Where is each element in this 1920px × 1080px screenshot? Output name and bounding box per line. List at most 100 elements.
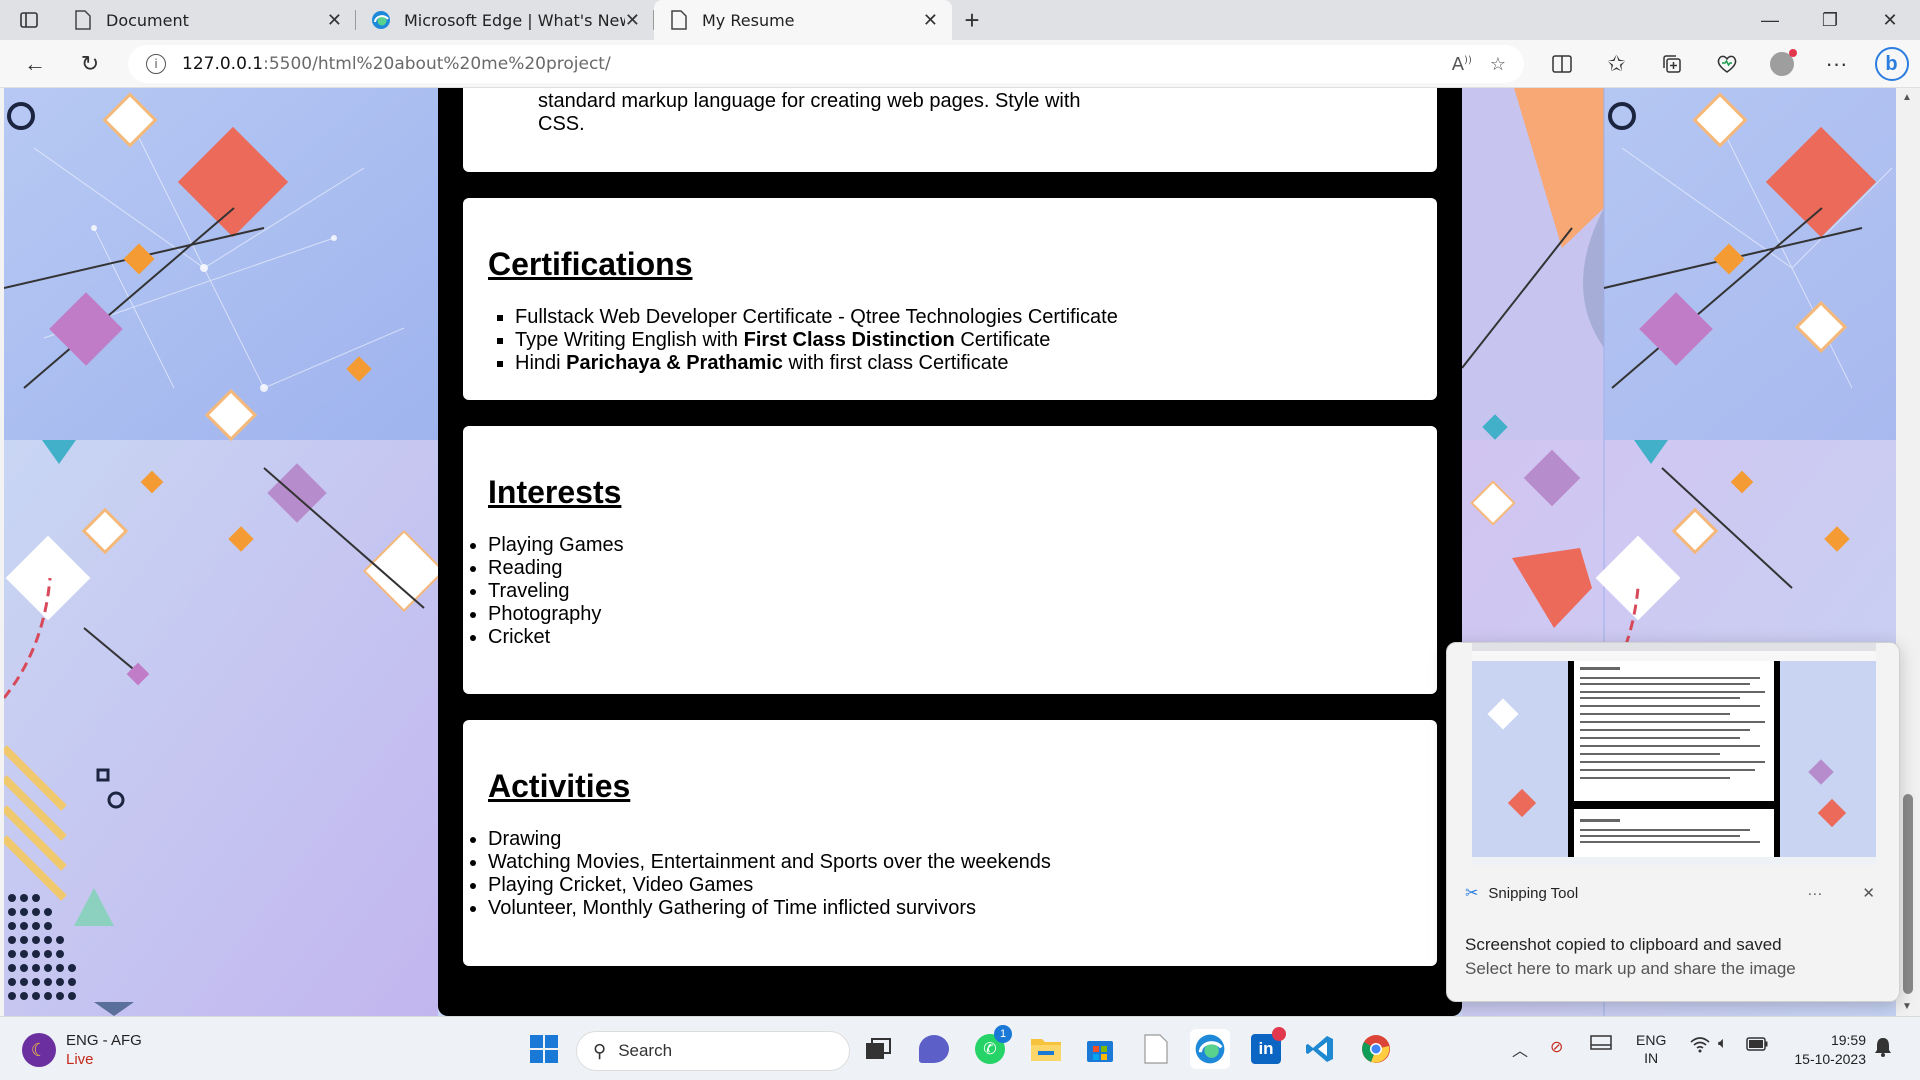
whatsapp-icon[interactable]: ✆ 1 <box>970 1025 1012 1069</box>
interests-heading: Interests <box>488 474 622 510</box>
close-icon[interactable]: ✕ <box>327 10 342 31</box>
region-code: IN <box>1644 1050 1659 1066</box>
teams-chat-icon[interactable] <box>914 1029 954 1069</box>
tab-edge-whats-new[interactable]: Microsoft Edge | What's New ✕ <box>356 0 654 40</box>
search-placeholder: Search <box>618 1041 673 1060</box>
notification-dot <box>1272 1027 1286 1041</box>
taskbar-search[interactable]: ⚲ Search <box>576 1031 850 1071</box>
window-controls: — ❐ ✕ <box>1740 0 1920 40</box>
language-code: ENG <box>1636 1032 1667 1048</box>
display-icon[interactable] <box>1590 1035 1612 1058</box>
toast-title: Screenshot copied to clipboard and saved <box>1465 935 1782 954</box>
resume-content: standard markup language for creating we… <box>438 88 1462 1016</box>
profile-avatar-icon[interactable] <box>1754 40 1809 88</box>
security-alert-icon[interactable]: ⊘ <box>1550 1037 1563 1057</box>
list-item: Watching Movies, Entertainment and Sport… <box>488 851 1051 874</box>
notification-badge: 1 <box>994 1025 1012 1043</box>
cert-text: Fullstack Web Developer Certificate - Qt… <box>515 306 1118 328</box>
split-screen-icon[interactable] <box>1534 40 1589 88</box>
edge-icon <box>370 9 392 31</box>
list-item: Fullstack Web Developer Certificate - Qt… <box>515 306 1118 329</box>
screenshot-thumbnail[interactable] <box>1472 643 1876 865</box>
scrollbar-thumb[interactable] <box>1903 794 1913 994</box>
projects-text-tail: standard markup language for creating we… <box>538 90 1081 136</box>
list-item: Type Writing English with First Class Di… <box>515 329 1118 352</box>
browser-toolbar: ← ↻ i 127.0.0.1:5500/html%20about%20me%2… <box>0 40 1920 88</box>
back-arrow-icon[interactable]: ← <box>10 40 60 88</box>
favorite-star-icon[interactable]: ☆ <box>1490 54 1506 75</box>
weather-icon: ☾ <box>22 1033 56 1067</box>
refresh-icon[interactable]: ↻ <box>65 40 115 88</box>
address-bar[interactable]: i 127.0.0.1:5500/html%20about%20me%20pro… <box>128 45 1524 83</box>
scroll-down-icon[interactable]: ▼ <box>1902 1001 1912 1012</box>
toast-subtitle: Select here to mark up and share the ima… <box>1465 959 1796 978</box>
tab-bar: Document ✕ Microsoft Edge | What's New ✕… <box>0 0 1920 40</box>
more-menu-icon[interactable]: ··· <box>1809 40 1864 88</box>
notification-bell-icon[interactable] <box>1874 1037 1892 1062</box>
snipping-tool-notification[interactable]: ✂ Snipping Tool ··· ✕ Screenshot copied … <box>1446 642 1900 1002</box>
browser-essentials-icon[interactable] <box>1699 40 1754 88</box>
close-icon[interactable]: ✕ <box>1862 884 1875 902</box>
notepad-icon[interactable] <box>1136 1029 1176 1069</box>
clock-date: 15-10-2023 <box>1794 1051 1866 1067</box>
tab-title: My Resume <box>702 10 795 30</box>
info-icon[interactable]: i <box>146 54 166 74</box>
list-item: Playing Games <box>488 534 624 557</box>
cert-text: Hindi <box>515 352 567 374</box>
toast-app-name: Snipping Tool <box>1488 884 1579 902</box>
chrome-icon[interactable] <box>1356 1029 1396 1069</box>
close-icon[interactable]: ✕ <box>625 10 640 31</box>
projects-card: standard markup language for creating we… <box>463 88 1437 172</box>
volume-icon[interactable]: 🔈︎ <box>1718 1035 1728 1053</box>
list-item: Volunteer, Monthly Gathering of Time inf… <box>488 897 1051 920</box>
certifications-list: Fullstack Web Developer Certificate - Qt… <box>515 306 1118 375</box>
activities-heading: Activities <box>488 768 631 804</box>
show-hidden-icons[interactable]: ︿ <box>1512 1037 1528 1061</box>
microsoft-store-icon[interactable] <box>1080 1029 1120 1069</box>
widgets-button[interactable]: ☾ ENG - AFG Live <box>22 1031 142 1069</box>
windows-taskbar: ☾ ENG - AFG Live ⚲ Search ✆ 1 in ︿ ⊘ ENG… <box>0 1016 1920 1080</box>
battery-icon[interactable] <box>1746 1037 1768 1056</box>
linkedin-icon[interactable]: in <box>1246 1027 1286 1069</box>
close-icon[interactable]: ✕ <box>923 10 938 31</box>
favorites-icon[interactable]: ✩ <box>1589 40 1644 88</box>
list-item: Drawing <box>488 828 1051 851</box>
more-options-icon[interactable]: ··· <box>1807 885 1822 902</box>
close-window-icon[interactable]: ✕ <box>1860 0 1920 40</box>
tab-my-resume[interactable]: My Resume ✕ <box>654 0 952 40</box>
copilot-icon[interactable]: b <box>1864 40 1919 88</box>
new-tab-button[interactable]: + <box>952 0 992 40</box>
list-item: Reading <box>488 557 624 580</box>
widget-language: ENG - AFG <box>66 1032 142 1049</box>
url-host: 127.0.0.1 <box>182 54 264 74</box>
projects-text-line: CSS. <box>538 113 585 135</box>
vscode-icon[interactable] <box>1300 1029 1340 1069</box>
interests-card: Interests Playing GamesReadingTravelingP… <box>463 426 1437 694</box>
clock-time: 19:59 <box>1830 1032 1866 1048</box>
scroll-up-icon[interactable]: ▲ <box>1902 92 1912 103</box>
certifications-card: Certifications Fullstack Web Developer C… <box>463 198 1437 400</box>
list-item: Cricket <box>488 626 624 649</box>
clock[interactable]: 19:59 15-10-2023 <box>1786 1031 1866 1069</box>
restore-icon[interactable]: ❐ <box>1800 0 1860 40</box>
minimize-icon[interactable]: — <box>1740 0 1800 40</box>
tab-actions-icon[interactable] <box>0 0 58 40</box>
wifi-icon[interactable] <box>1690 1037 1710 1058</box>
cert-text: with first class Certificate <box>782 352 1009 374</box>
search-icon: ⚲ <box>593 1040 607 1061</box>
start-button[interactable] <box>524 1029 564 1069</box>
list-item: Photography <box>488 603 624 626</box>
read-aloud-icon[interactable]: A)) <box>1452 54 1472 75</box>
scissors-icon: ✂ <box>1465 885 1479 902</box>
left-background-pattern <box>4 88 438 1016</box>
tab-document[interactable]: Document ✕ <box>58 0 356 40</box>
collections-icon[interactable] <box>1644 40 1699 88</box>
interests-list: Playing GamesReadingTravelingPhotography… <box>488 534 624 649</box>
file-explorer-icon[interactable] <box>1026 1029 1066 1069</box>
url-path: :5500/html%20about%20me%20project/ <box>263 54 611 74</box>
cert-text: Certificate <box>954 329 1051 351</box>
activities-card: Activities DrawingWatching Movies, Enter… <box>463 720 1437 966</box>
task-view-icon[interactable] <box>858 1029 898 1069</box>
edge-taskbar-icon[interactable] <box>1190 1029 1230 1069</box>
language-indicator[interactable]: ENG IN <box>1636 1031 1666 1067</box>
